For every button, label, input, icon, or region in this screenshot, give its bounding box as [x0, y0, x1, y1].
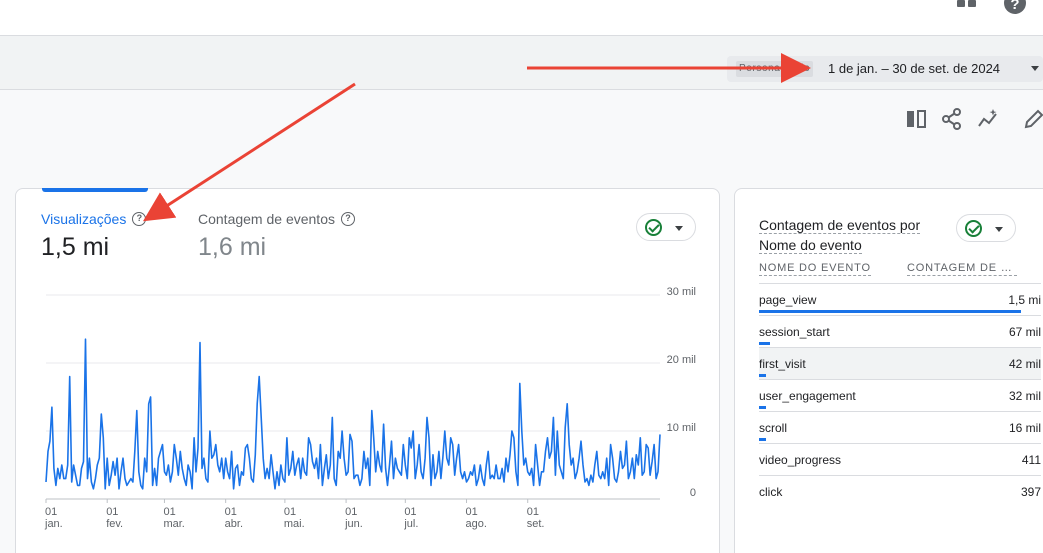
event-count: 67 mil	[1008, 325, 1041, 339]
x-tick-day: 01	[225, 506, 237, 518]
views-line-chart: 30 mil20 mil10 mil001jan.01fev.01mar.01a…	[44, 286, 696, 530]
x-tick-month: ago.	[466, 518, 487, 530]
x-tick-month: mar.	[163, 518, 184, 530]
top-app-bar: ?	[0, 0, 1043, 36]
event-name: session_start	[759, 325, 830, 339]
event-count: 32 mil	[1008, 389, 1041, 403]
x-tick-month: jun.	[344, 518, 363, 530]
table-row[interactable]: user_engagement 32 mil	[759, 380, 1041, 412]
share-bar	[759, 438, 766, 441]
views-series-line	[45, 338, 661, 490]
edit-icon[interactable]	[1023, 108, 1043, 130]
event-name: first_visit	[759, 357, 806, 371]
y-tick-label: 30 mil	[667, 286, 696, 298]
event-count: 42 mil	[1008, 357, 1041, 371]
table-row[interactable]: click 397	[759, 476, 1041, 508]
table-row[interactable]: page_view 1,5 mi	[759, 284, 1041, 316]
share-bar	[759, 310, 1022, 313]
x-tick-day: 01	[466, 506, 478, 518]
data-quality-dropdown[interactable]	[956, 214, 1016, 242]
event-name: video_progress	[759, 453, 842, 467]
x-tick-month: mai.	[284, 518, 305, 530]
date-range-picker[interactable]: Personalizado 1 de jan. – 30 de set. de …	[727, 56, 1043, 82]
event-count: 16 mil	[1008, 421, 1041, 435]
help-icon[interactable]: ?	[1004, 0, 1026, 14]
y-tick-label: 0	[690, 487, 696, 499]
event-count: 1,5 mi	[1008, 293, 1041, 307]
column-header-event-name[interactable]: NOME DO EVENTO	[759, 261, 871, 276]
table-row[interactable]: session_start 67 mil	[759, 316, 1041, 348]
event-count: 411	[1021, 453, 1041, 467]
table-row[interactable]: video_progress 411	[759, 444, 1041, 476]
x-tick-day: 01	[345, 506, 357, 518]
events-by-name-card: Contagem de eventos por Nome do evento N…	[734, 188, 1043, 553]
compare-columns-icon[interactable]	[905, 108, 927, 130]
share-icon[interactable]	[941, 108, 963, 130]
x-tick-month: abr.	[225, 518, 243, 530]
events-table: page_view 1,5 mi session_start 67 mil first_…	[759, 283, 1041, 508]
y-tick-label: 10 mil	[667, 422, 696, 434]
date-range-preset-chip: Personalizado	[736, 61, 814, 77]
event-count: 397	[1020, 485, 1041, 499]
date-range-bar: Personalizado 1 de jan. – 30 de set. de …	[0, 36, 1043, 90]
date-range-label: 1 de jan. – 30 de set. de 2024	[828, 61, 1001, 76]
share-bar	[759, 406, 766, 409]
x-tick-day: 01	[45, 506, 57, 518]
table-row[interactable]: first_visit 42 mil	[759, 348, 1041, 380]
x-tick-day: 01	[163, 506, 175, 518]
check-circle-icon	[965, 220, 982, 237]
metrics-chart-card: Visualizações ? 1,5 mi Contagem de event…	[15, 188, 720, 553]
x-tick-day: 01	[284, 506, 296, 518]
chevron-down-icon	[995, 227, 1003, 232]
share-bar	[759, 342, 771, 345]
x-tick-month: set.	[527, 518, 545, 530]
apps-grid-icon[interactable]	[957, 0, 977, 14]
event-name: scroll	[759, 421, 788, 435]
card-title[interactable]: Contagem de eventos por Nome do evento	[759, 215, 944, 255]
y-tick-label: 20 mil	[667, 354, 696, 366]
event-name: click	[759, 485, 783, 499]
x-tick-month: jan.	[44, 518, 63, 530]
x-tick-day: 01	[106, 506, 118, 518]
column-header-event-count[interactable]: CONTAGEM DE EVENTOS	[907, 261, 1017, 276]
x-tick-month: jul.	[403, 518, 418, 530]
insights-icon[interactable]	[977, 108, 999, 130]
event-name: user_engagement	[759, 389, 856, 403]
x-tick-day: 01	[527, 506, 539, 518]
x-tick-month: fev.	[106, 518, 123, 530]
chevron-down-icon	[1031, 66, 1039, 71]
share-bar	[759, 374, 767, 377]
table-row[interactable]: scroll 16 mil	[759, 412, 1041, 444]
x-tick-day: 01	[404, 506, 416, 518]
event-name: page_view	[759, 293, 817, 307]
